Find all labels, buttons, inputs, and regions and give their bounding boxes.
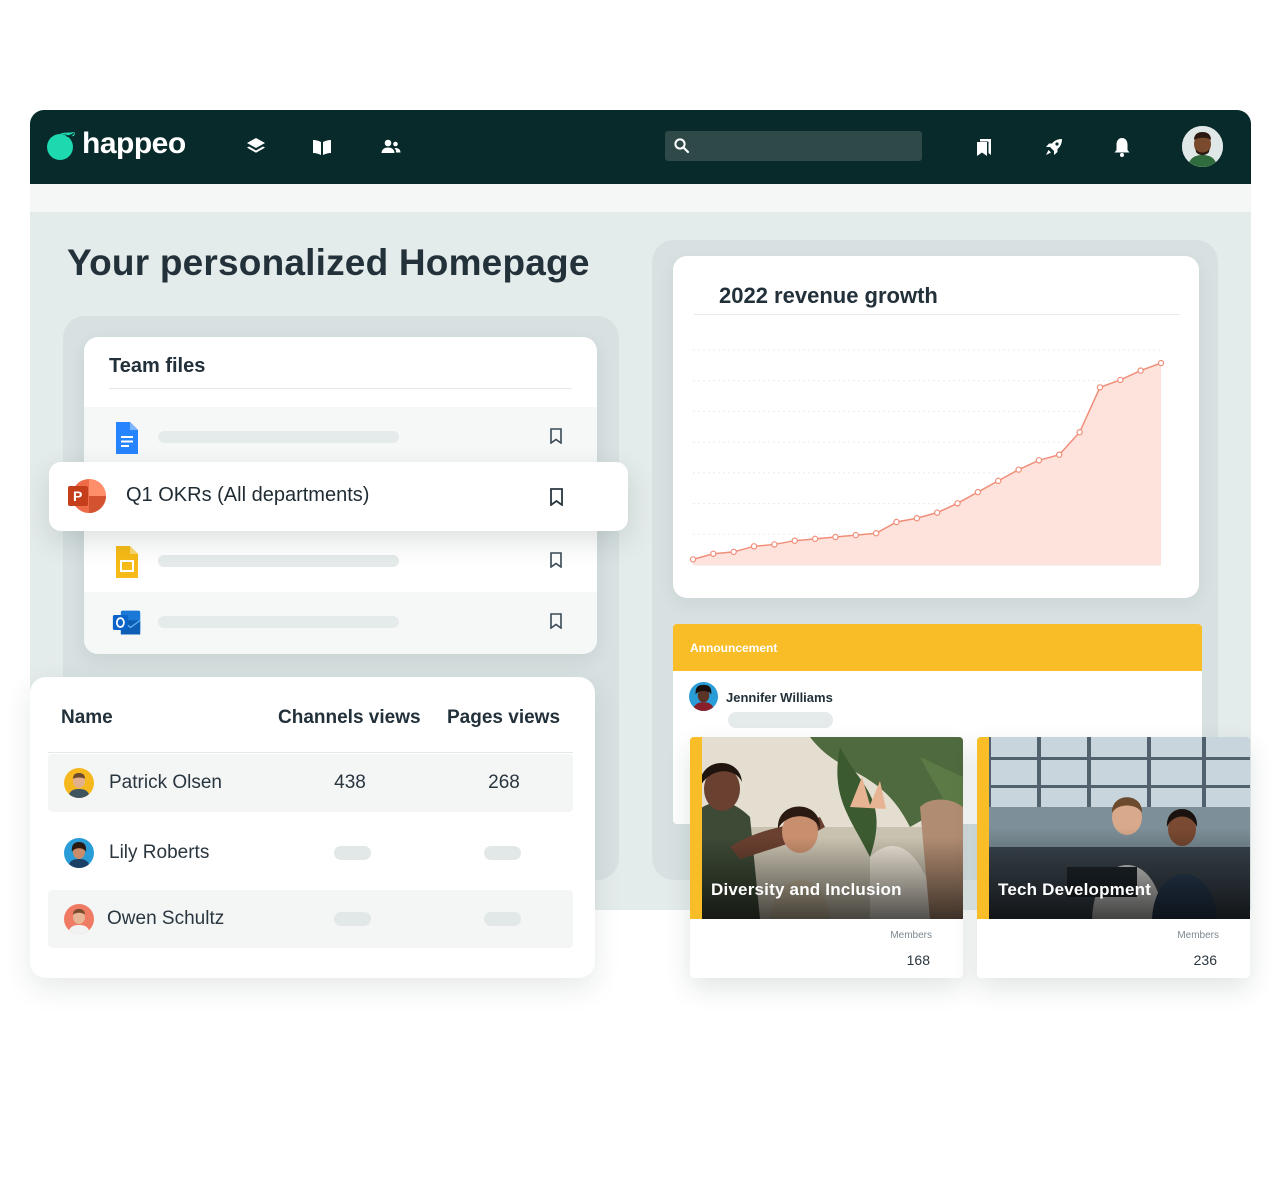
google-slides-icon [116,546,138,578]
person-name[interactable]: Owen Schultz [107,908,224,930]
chart-data-point[interactable] [1015,466,1022,473]
svg-text:P: P [73,488,82,504]
channel-accent-bar [690,737,702,919]
people-icon[interactable] [379,135,403,159]
channel-title[interactable]: Diversity and Inclusion [711,880,902,900]
bookmarks-icon[interactable] [972,135,996,159]
person-name[interactable]: Patrick Olsen [109,772,222,794]
avatar[interactable] [689,682,718,711]
chart-data-point[interactable] [730,548,737,556]
value-placeholder [334,912,371,926]
chart-data-point[interactable] [1117,376,1124,384]
bookmark-icon[interactable] [549,613,563,629]
file-row[interactable] [84,531,597,589]
chart-data-point[interactable] [995,477,1002,485]
outlook-icon [112,610,141,635]
channels-views-value: 438 [334,772,366,793]
chart-data-point[interactable] [933,509,941,516]
search-bar[interactable] [665,131,922,161]
file-name-placeholder [158,431,399,443]
bookmark-icon[interactable] [549,488,564,506]
file-row[interactable] [84,592,597,654]
channel-accent-bar [977,737,989,919]
chart-data-point[interactable] [1076,429,1083,436]
chart-data-point[interactable] [832,533,839,541]
avatar [64,768,94,798]
content-header-strip [30,184,1251,212]
members-label: Members [1177,930,1219,941]
column-header-pages-views[interactable]: Pages views [447,707,560,729]
divider [109,388,572,389]
search-input[interactable] [697,131,917,161]
person-name[interactable]: Lily Roberts [109,842,209,864]
chart-data-point[interactable] [852,531,859,539]
column-header-channels-views[interactable]: Channels views [278,707,421,729]
file-name-placeholder [158,616,399,628]
rocket-icon[interactable] [1042,135,1066,159]
table-row[interactable]: Owen Schultz [48,890,573,948]
announcement-author[interactable]: Jennifer Williams [726,690,833,705]
table-row[interactable]: Lily Roberts [48,824,573,882]
search-icon [674,138,690,154]
file-row-highlighted[interactable]: P Q1 OKRs (All departments) [49,462,628,531]
user-avatar[interactable] [1182,126,1223,167]
value-placeholder [334,846,371,860]
avatar [64,904,94,934]
book-icon[interactable] [310,135,334,159]
table-row[interactable]: Patrick Olsen 438 268 [48,754,573,812]
chart-data-point[interactable] [872,530,880,537]
views-table-widget: Name Channels views Pages views Patrick … [30,677,595,978]
divider [48,752,573,753]
chart-data-point[interactable] [1137,367,1144,374]
file-row[interactable] [84,407,597,465]
chart-data-point[interactable] [974,488,982,496]
powerpoint-icon: P [68,479,106,513]
chart-data-point[interactable] [1056,451,1063,458]
members-count: 236 [1193,952,1217,968]
chart-title: 2022 revenue growth [719,283,938,308]
channel-title[interactable]: Tech Development [998,880,1151,900]
chart-data-point[interactable] [771,541,778,548]
avatar [64,838,94,868]
chart-data-point[interactable] [1157,359,1165,367]
channel-card-tech-development[interactable]: Tech Development Members 236 [977,737,1250,978]
value-placeholder [484,912,521,926]
value-placeholder [484,846,521,860]
chart-data-point[interactable] [750,543,758,550]
chart-data-point[interactable] [811,535,819,543]
revenue-chart-widget: 2022 revenue growth [673,256,1199,598]
chart-data-point[interactable] [689,556,697,563]
announcement-label: Announcement [690,641,778,655]
announcement-text-placeholder [728,712,833,728]
channel-card-diversity[interactable]: Diversity and Inclusion Members 168 [690,737,963,978]
chart-data-point[interactable] [913,515,921,522]
file-name-placeholder [158,555,399,567]
chart-data-point[interactable] [1035,457,1043,464]
announcement-header: Announcement [673,624,1202,671]
happeo-logo-icon[interactable] [46,131,76,161]
members-count: 168 [906,952,930,968]
bookmark-icon[interactable] [549,428,563,444]
google-docs-icon [116,422,138,454]
file-name[interactable]: Q1 OKRs (All departments) [126,484,369,507]
chart-data-point[interactable] [710,550,717,557]
layers-icon[interactable] [244,135,268,159]
top-navigation-bar: happeo [30,110,1251,184]
chart-data-point[interactable] [954,500,961,507]
page-title: Your personalized Homepage [67,242,590,283]
members-label: Members [890,930,932,941]
chart-data-point[interactable] [1096,384,1104,391]
chart-data-point[interactable] [791,537,798,544]
team-files-title: Team files [109,355,206,377]
bookmark-icon[interactable] [549,552,563,568]
divider [694,314,1180,315]
revenue-area-chart [689,349,1165,566]
app-logo-text[interactable]: happeo [82,127,186,161]
chart-data-point[interactable] [893,518,900,526]
bell-icon[interactable] [1110,135,1134,159]
pages-views-value: 268 [488,772,520,793]
column-header-name[interactable]: Name [61,707,113,729]
